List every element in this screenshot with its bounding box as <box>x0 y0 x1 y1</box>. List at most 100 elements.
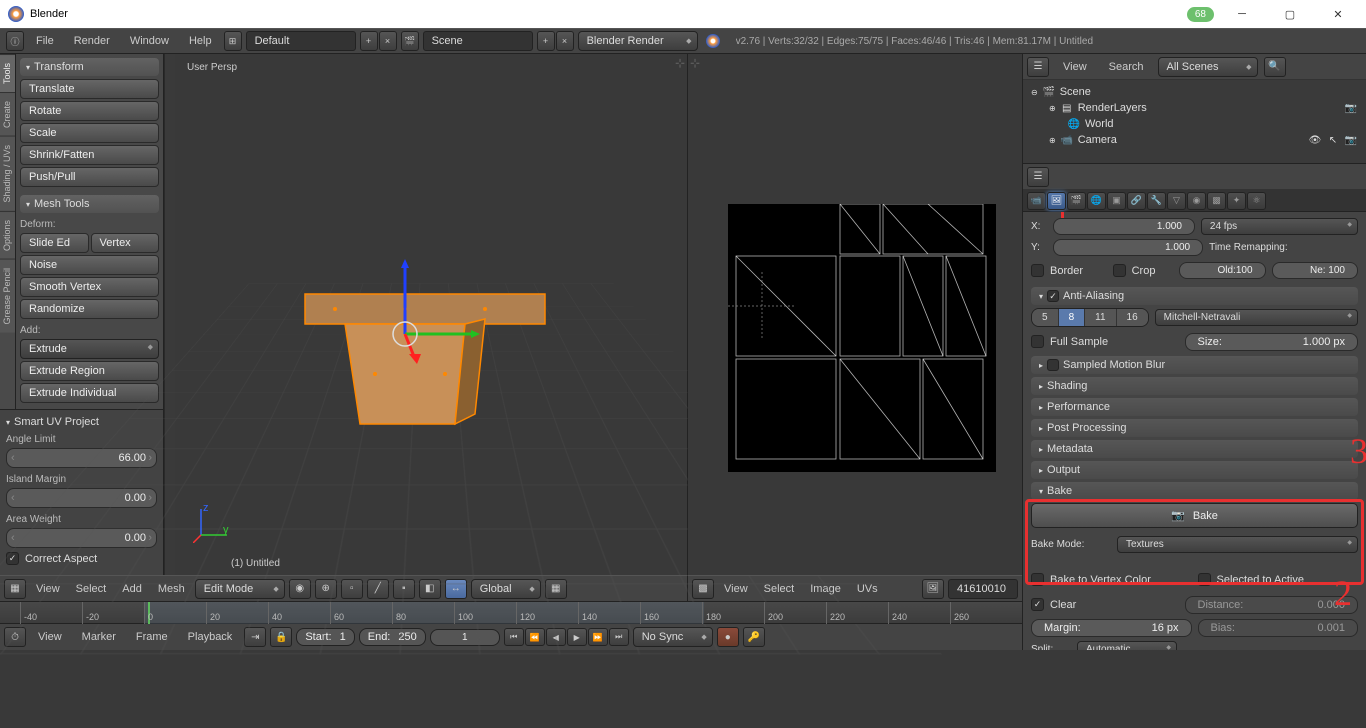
mode-dropdown[interactable]: Edit Mode <box>195 579 285 599</box>
aa-panel-header[interactable]: ✓ Anti-Aliasing <box>1031 287 1358 305</box>
outliner-filter-dropdown[interactable]: All Scenes <box>1158 57 1258 77</box>
randomize-button[interactable]: Randomize <box>20 299 159 319</box>
uv-canvas[interactable] <box>728 204 996 472</box>
new-field[interactable]: Ne: 100 <box>1272 262 1358 279</box>
bake-panel-header[interactable]: Bake <box>1031 482 1358 500</box>
uv-frame-field[interactable]: 41610010 <box>948 579 1018 599</box>
panel-metadata[interactable]: Metadata <box>1031 440 1358 458</box>
slide-vertex-button[interactable]: Vertex <box>91 233 160 253</box>
rotate-button[interactable]: Rotate <box>20 101 159 121</box>
layout-browse-icon[interactable]: ⊞ <box>224 31 242 51</box>
smooth-vertex-button[interactable]: Smooth Vertex <box>20 277 159 297</box>
tab-texture-icon[interactable]: ▩ <box>1207 192 1226 210</box>
extrude-individual-button[interactable]: Extrude Individual <box>20 383 159 403</box>
tab-modifiers-icon[interactable]: 🔧 <box>1147 192 1166 210</box>
panel-performance[interactable]: Performance <box>1031 398 1358 416</box>
tab-grease-pencil[interactable]: Grease Pencil <box>0 259 15 333</box>
tree-row-world[interactable]: 🌐World <box>1031 116 1358 132</box>
editor-outliner-icon[interactable]: ☰ <box>1027 57 1049 77</box>
layout-add-button[interactable]: + <box>360 31 378 51</box>
canvas-3d[interactable]: User Persp ⊹ <box>175 54 687 575</box>
minimize-button[interactable]: ─ <box>1222 0 1262 28</box>
split-handle-icon[interactable]: ⊹ <box>675 56 685 70</box>
tab-create[interactable]: Create <box>0 92 15 136</box>
scene-add-button[interactable]: + <box>537 31 555 51</box>
full-sample-checkbox[interactable]: Full Sample <box>1031 335 1179 348</box>
properties-body[interactable]: X: 1.000 24 fps Y: 1.000 Time Remapping:… <box>1023 212 1366 650</box>
bake-mode-dropdown[interactable]: Textures <box>1117 536 1358 553</box>
fps-dropdown[interactable]: 24 fps <box>1201 218 1358 235</box>
scale-button[interactable]: Scale <box>20 123 159 143</box>
viewport-3d[interactable]: Tools Create Shading / UVs Options Greas… <box>0 54 688 575</box>
tab-render-icon[interactable]: 📹 <box>1027 192 1046 210</box>
outliner-tree[interactable]: ⊖🎬Scene ⊕▤RenderLayers📷 🌐World ⊕📹Camera👁… <box>1023 80 1366 163</box>
menu-render[interactable]: Render <box>66 31 118 51</box>
push-pull-button[interactable]: Push/Pull <box>20 167 159 187</box>
tab-shading-uvs[interactable]: Shading / UVs <box>0 136 15 211</box>
noise-button[interactable]: Noise <box>20 255 159 275</box>
dim-y-field[interactable]: 1.000 <box>1053 239 1203 256</box>
selected-to-active-checkbox[interactable]: Selected to Active <box>1198 573 1359 586</box>
tab-options[interactable]: Options <box>0 211 15 259</box>
panel-post-processing[interactable]: Post Processing <box>1031 419 1358 437</box>
orientation-dropdown[interactable]: Global <box>471 579 541 599</box>
mesh-tools-header[interactable]: Mesh Tools <box>20 195 159 213</box>
aa-samples-segmented[interactable]: 5 8 11 16 <box>1031 308 1149 327</box>
outliner-search-label[interactable]: Search <box>1101 57 1152 77</box>
transform-panel-header[interactable]: Transform <box>20 58 159 76</box>
close-button[interactable]: ✕ <box>1318 0 1358 28</box>
old-field[interactable]: Old:100 <box>1179 262 1265 279</box>
outliner-menu-view[interactable]: View <box>1055 57 1095 77</box>
tab-tools[interactable]: Tools <box>0 54 15 92</box>
tree-row-camera[interactable]: ⊕📹Camera👁↖📷 <box>1031 132 1358 148</box>
tab-data-icon[interactable]: ▽ <box>1167 192 1186 210</box>
maximize-button[interactable]: ▢ <box>1270 0 1310 28</box>
margin-field[interactable]: Margin:16 px <box>1031 619 1192 637</box>
scene-field[interactable]: Scene <box>423 31 533 51</box>
menu-file[interactable]: File <box>28 31 62 51</box>
dim-x-field[interactable]: 1.000 <box>1053 218 1195 235</box>
tab-world-icon[interactable]: 🌐 <box>1087 192 1106 210</box>
viewport-uv[interactable]: ⊹ <box>688 54 1022 575</box>
aa-size-field[interactable]: Size:1.000 px <box>1185 333 1359 351</box>
layout-field[interactable]: Default <box>246 31 356 51</box>
tab-material-icon[interactable]: ◉ <box>1187 192 1206 210</box>
menu-help[interactable]: Help <box>181 31 220 51</box>
tab-object-icon[interactable]: ▣ <box>1107 192 1126 210</box>
bake-button[interactable]: 📷Bake <box>1031 503 1358 528</box>
tab-particles-icon[interactable]: ✦ <box>1227 192 1246 210</box>
panel-shading[interactable]: Shading <box>1031 377 1358 395</box>
clear-checkbox[interactable]: ✓Clear <box>1031 598 1179 611</box>
editor-type-icon[interactable]: ⓘ <box>6 31 24 51</box>
translate-button[interactable]: Translate <box>20 79 159 99</box>
shrink-fatten-button[interactable]: Shrink/Fatten <box>20 145 159 165</box>
crop-checkbox[interactable]: Crop <box>1113 264 1173 277</box>
timeline-ruler[interactable]: -40-200204060801001201401601802002202402… <box>0 602 1022 624</box>
outliner-search-icon[interactable]: 🔍 <box>1264 57 1286 77</box>
panel-motion-blur[interactable]: Sampled Motion Blur <box>1031 356 1358 374</box>
slide-edge-button[interactable]: Slide Ed <box>20 233 89 253</box>
tree-row-renderlayers[interactable]: ⊕▤RenderLayers📷 <box>1031 100 1358 116</box>
transform-gizmo-icon[interactable] <box>375 254 495 374</box>
bake-to-vertex-checkbox[interactable]: Bake to Vertex Color <box>1031 573 1192 586</box>
layout-remove-button[interactable]: × <box>379 31 397 51</box>
tab-physics-icon[interactable]: ⚛ <box>1247 192 1266 210</box>
sync-dropdown[interactable]: No Sync <box>633 627 713 647</box>
tab-render-layers-icon[interactable]: 🖼 <box>1047 192 1066 210</box>
split-dropdown[interactable]: Automatic <box>1077 641 1177 650</box>
scene-browse-icon[interactable]: 🎬 <box>401 31 419 51</box>
editor-properties-icon[interactable]: ☰ <box>1027 167 1049 187</box>
tab-scene-icon[interactable]: 🎬 <box>1067 192 1086 210</box>
border-checkbox[interactable]: Border <box>1031 264 1107 277</box>
render-engine-dropdown[interactable]: Blender Render <box>578 31 698 51</box>
split-handle-icon[interactable]: ⊹ <box>690 56 700 70</box>
tab-constraints-icon[interactable]: 🔗 <box>1127 192 1146 210</box>
uv-image-icon[interactable]: 🖼 <box>922 579 944 599</box>
panel-output[interactable]: Output <box>1031 461 1358 479</box>
scene-remove-button[interactable]: × <box>556 31 574 51</box>
menu-window[interactable]: Window <box>122 31 177 51</box>
extrude-region-button[interactable]: Extrude Region <box>20 361 159 381</box>
extrude-dropdown[interactable]: Extrude <box>20 339 159 359</box>
aa-filter-dropdown[interactable]: Mitchell-Netravali <box>1155 309 1358 326</box>
tree-row-scene[interactable]: ⊖🎬Scene <box>1031 84 1358 100</box>
